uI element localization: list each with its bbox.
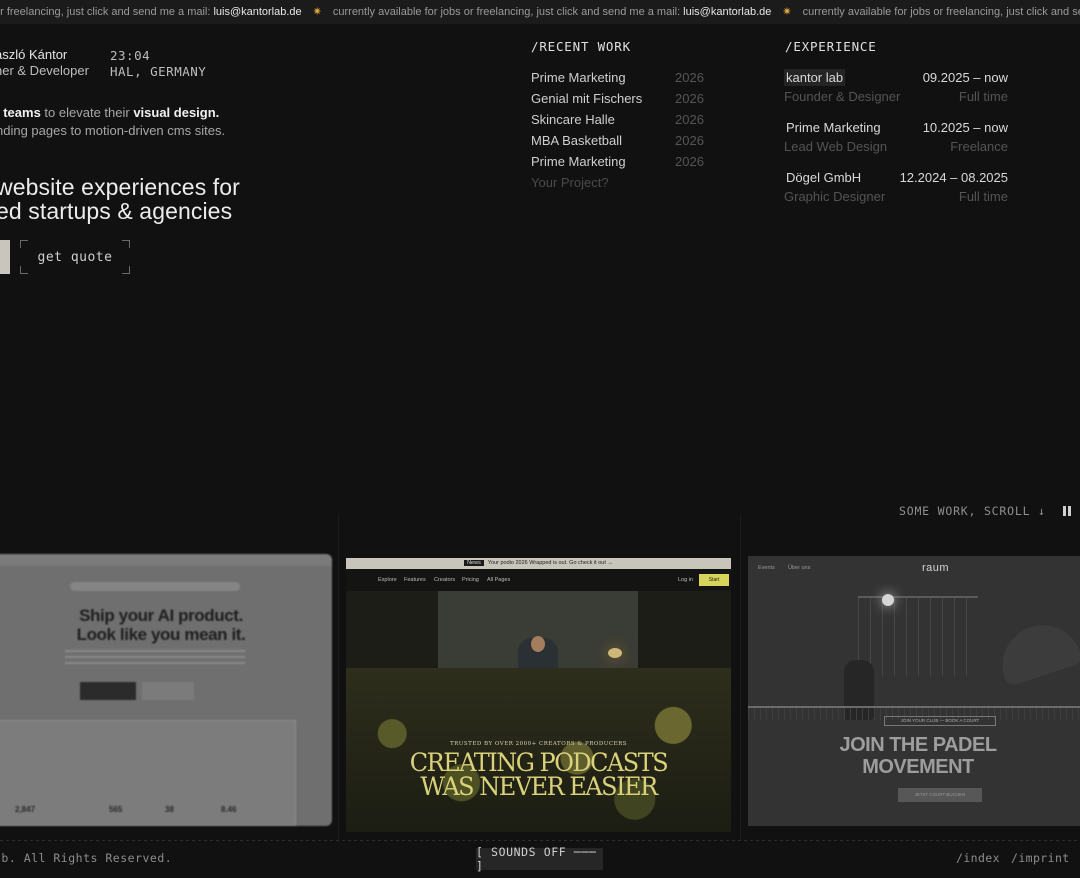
recent-work-list: Prime Marketing 2026 Genial mit Fischers 2…	[531, 68, 711, 173]
owner-name: ászló Kántor	[0, 47, 68, 62]
marquee-item: currently available for jobs or freelanc…	[802, 6, 1080, 18]
owner-role: ner & Developer	[0, 63, 89, 78]
email-link[interactable]: luis@kantorlab.de	[213, 0, 301, 24]
project-card[interactable]: Events Über uns raum JOIN YOUR CLUB — BO…	[748, 556, 1080, 826]
intro-line-2: nding pages to motion-driven cms sites.	[0, 123, 226, 138]
work-item[interactable]: MBA Basketball 2026	[531, 131, 711, 152]
index-link[interactable]: /index	[956, 851, 1000, 865]
work-gallery[interactable]: Ship your AI product. Look like you mean…	[0, 514, 1080, 840]
sun-icon: ✷	[312, 6, 322, 18]
your-project-link[interactable]: Your Project?	[531, 175, 609, 190]
footer: ab. All Rights Reserved. [ SOUNDS OFF ──…	[0, 841, 1080, 878]
copyright: ab. All Rights Reserved.	[0, 851, 173, 865]
sounds-toggle[interactable]: [ SOUNDS OFF ─── ]	[476, 845, 603, 873]
marquee-item: or freelancing, just click and send me a…	[0, 0, 302, 24]
experience-item[interactable]: kantor lab 09.2025 – now Founder & Desig…	[784, 68, 1008, 118]
experience-list: kantor lab 09.2025 – now Founder & Desig…	[784, 68, 1008, 218]
project-card[interactable]: News Your podio 2026 Wrapped is out. Go c…	[346, 558, 731, 832]
marquee-item: currently available for jobs or freelanc…	[333, 0, 772, 24]
work-item[interactable]: Genial mit Fischers 2026	[531, 89, 711, 110]
location: HAL, GERMANY	[110, 64, 207, 79]
experience-item[interactable]: Prime Marketing 10.2025 – now Lead Web D…	[784, 118, 1008, 168]
experience-item[interactable]: Dögel GmbH 12.2024 – 08.2025 Graphic Des…	[784, 168, 1008, 218]
project-card[interactable]: Ship your AI product. Look like you mean…	[0, 554, 332, 826]
get-quote-button[interactable]: get quote	[20, 240, 130, 274]
local-time: 23:04	[110, 48, 151, 63]
experience-title: /EXPERIENCE	[785, 39, 877, 54]
work-item[interactable]: Prime Marketing 2026	[531, 152, 711, 173]
primary-cta-button[interactable]	[0, 240, 10, 274]
hero-headline: website experiences for ed startups & ag…	[0, 174, 240, 224]
intro-line-1: l teams to elevate their visual design.	[0, 105, 220, 120]
imprint-link[interactable]: /imprint	[1011, 851, 1070, 865]
recent-work-title: /RECENT WORK	[531, 39, 631, 54]
email-link[interactable]: luis@kantorlab.de	[683, 0, 771, 24]
availability-marquee[interactable]: or freelancing, just click and send me a…	[0, 0, 1080, 24]
sun-icon: ✷	[782, 6, 792, 18]
work-item[interactable]: Prime Marketing 2026	[531, 68, 711, 89]
work-item[interactable]: Skincare Halle 2026	[531, 110, 711, 131]
